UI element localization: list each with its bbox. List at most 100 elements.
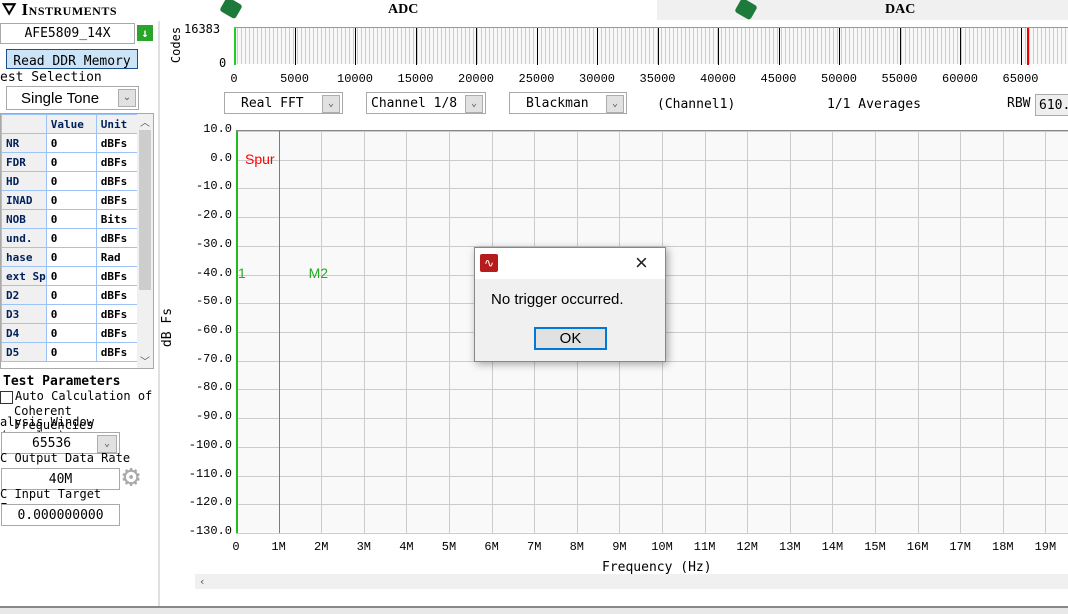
- scroll-down-icon[interactable]: ﹀: [137, 353, 153, 368]
- y-tick-label: -10.0: [195, 179, 232, 194]
- x-gridline: [960, 131, 962, 533]
- ok-button[interactable]: OK: [534, 327, 607, 350]
- tab-adc[interactable]: ADC: [160, 0, 657, 20]
- table-scrollbar[interactable]: ︿ ﹀: [137, 114, 153, 368]
- row-name: INAD: [1, 190, 47, 210]
- y-tick-label: -110.0: [188, 466, 232, 481]
- row-name: NOB: [1, 209, 47, 229]
- y-tick-label: -100.0: [188, 437, 232, 452]
- x-axis-label: Frequency (Hz): [602, 560, 712, 575]
- row-value[interactable]: 0: [45, 209, 97, 229]
- codes-xtick: 35000: [639, 72, 676, 86]
- y-tick-label: -60.0: [195, 323, 232, 337]
- codes-ytick: 16383: [184, 22, 221, 36]
- auto-calc-checkbox[interactable]: [0, 391, 13, 404]
- channel-name: (Channel1): [657, 97, 736, 112]
- row-name: und.: [1, 228, 47, 248]
- row-name: D5: [1, 342, 47, 362]
- x-tick-label: 10M: [651, 540, 673, 554]
- y-gridline: [236, 446, 1068, 448]
- window-type-dropdown[interactable]: Blackman ⌄: [509, 92, 627, 114]
- x-gridline: [832, 131, 834, 533]
- test-selection-value: Single Tone: [21, 90, 100, 107]
- close-icon[interactable]: ×: [635, 250, 648, 276]
- row-value[interactable]: 0: [45, 133, 97, 153]
- row-value[interactable]: 0: [45, 342, 97, 362]
- row-value[interactable]: 0: [45, 247, 97, 267]
- row-value[interactable]: 0: [45, 323, 97, 343]
- chevron-down-icon[interactable]: ⌄: [465, 95, 483, 113]
- x-tick-label: 15M: [864, 540, 886, 554]
- marker-label-spur: Spur: [245, 150, 275, 167]
- test-selection-dropdown[interactable]: Single Tone ⌄: [6, 86, 139, 110]
- device-field[interactable]: AFE5809_14X: [0, 23, 135, 44]
- header-value: Value: [45, 114, 97, 134]
- tab-adc-label: ADC: [388, 2, 419, 17]
- row-value[interactable]: 0: [45, 266, 97, 286]
- results-table-container: Value Unit NR 0 dBFs FDR 0 dBFs HD 0 dBFs INAD 0 dBF…: [0, 113, 154, 369]
- y-tick-label: -90.0: [195, 409, 232, 424]
- y-tick-label: -70.0: [195, 351, 232, 366]
- logo-text: Instruments: [21, 0, 117, 19]
- codes-major-gridline: [294, 28, 296, 65]
- header-unit: Unit: [95, 114, 139, 134]
- x-tick-label: 7M: [527, 540, 542, 554]
- chevron-down-icon[interactable]: ⌄: [606, 95, 624, 113]
- x-gridline: [789, 131, 791, 533]
- y-gridline: [236, 475, 1068, 477]
- scroll-thumb[interactable]: [139, 130, 151, 290]
- board-icon: [219, 0, 243, 20]
- scroll-up-icon[interactable]: ︿: [137, 114, 153, 130]
- codes-major-gridline: [355, 28, 356, 65]
- table-row: D5 0 dBFs: [1, 342, 139, 362]
- row-value[interactable]: 0: [45, 228, 97, 248]
- read-ddr-button[interactable]: Read DDR Memory: [6, 49, 138, 69]
- channel-dropdown[interactable]: Channel 1/8 ⌄: [366, 92, 486, 114]
- codes-xtick: 30000: [579, 72, 616, 86]
- header-name: [1, 114, 47, 134]
- tab-dac[interactable]: DAC: [657, 0, 1068, 21]
- codes-trace: [234, 28, 236, 65]
- codes-major-gridline: [597, 28, 598, 65]
- x-tick-label: 1M: [271, 540, 286, 554]
- scroll-left-icon[interactable]: ‹: [195, 575, 206, 588]
- logo-icon: ⛛: [2, 0, 22, 19]
- codes-major-gridline: [415, 28, 417, 65]
- x-gridline: [747, 131, 749, 533]
- row-value[interactable]: 0: [45, 190, 97, 210]
- target-field[interactable]: 0.000000000: [1, 504, 120, 526]
- table-row: und. 0 dBFs: [1, 228, 139, 248]
- averages: 1/1 Averages: [827, 97, 921, 112]
- row-value[interactable]: 0: [45, 285, 97, 305]
- row-value[interactable]: 0: [45, 152, 97, 172]
- y-gridline: [236, 533, 1068, 534]
- x-tick-label: 8M: [569, 540, 584, 554]
- table-row: D3 0 dBFs: [1, 304, 139, 324]
- row-value[interactable]: 0: [45, 171, 97, 191]
- spectrum-trace: [236, 131, 238, 533]
- row-unit: dBFs: [95, 133, 139, 153]
- row-value[interactable]: 0: [45, 304, 97, 324]
- window-value: 65536: [32, 436, 72, 451]
- x-tick-label: 19M: [1034, 540, 1057, 554]
- y-tick-label: 0.0: [210, 150, 232, 165]
- table-row: D4 0 dBFs: [1, 323, 139, 343]
- row-unit: dBFs: [95, 190, 139, 210]
- codes-xtick: 5000: [280, 72, 309, 86]
- x-gridline: [1045, 131, 1047, 533]
- y-gridline: [236, 504, 1068, 506]
- row-unit: dBFs: [95, 228, 139, 248]
- status-bar: [0, 606, 1068, 614]
- codes-major-gridline: [718, 28, 719, 65]
- x-tick-label: 5M: [441, 540, 457, 554]
- chevron-down-icon[interactable]: ⌄: [118, 89, 136, 107]
- x-tick-label: 12M: [736, 540, 758, 554]
- table-row: hase 0 Rad: [1, 247, 139, 267]
- chevron-down-icon[interactable]: ⌄: [322, 95, 340, 113]
- window-type-value: Blackman: [526, 96, 589, 111]
- download-icon[interactable]: ↓: [137, 25, 153, 41]
- horizontal-scrollbar[interactable]: ‹: [195, 574, 1068, 589]
- fft-type-dropdown[interactable]: Real FFT ⌄: [224, 92, 343, 114]
- x-tick-label: 9M: [612, 540, 627, 554]
- table-row: FDR 0 dBFs: [1, 152, 139, 172]
